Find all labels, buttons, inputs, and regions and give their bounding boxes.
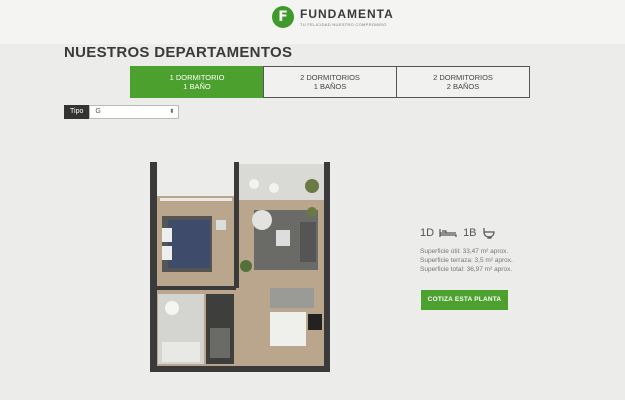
site-header: F FUNDAMENTA TU FELICIDAD NUESTRO COMPRO… — [0, 0, 625, 44]
tab-line-2: 1 BAÑO — [183, 82, 211, 91]
brand-logo[interactable]: F FUNDAMENTA TU FELICIDAD NUESTRO COMPRO… — [272, 6, 394, 28]
spec-usable-area: Superficie útil: 33,47 m² aprox. — [420, 248, 509, 255]
toilet-icon — [482, 228, 495, 239]
type-select-value: G — [95, 108, 101, 115]
brand-name: FUNDAMENTA — [300, 7, 394, 21]
spec-total-area: Superficie total: 36,97 m² aprox. — [420, 266, 513, 273]
logo-mark-icon: F — [272, 6, 294, 28]
type-filter-label: Tipo — [64, 105, 90, 119]
bath-count: 1B — [463, 227, 477, 239]
tab-1-dormitorio[interactable]: 1 DORMITORIO 1 BAÑO — [130, 66, 264, 98]
spec-icons: 1D 1B — [420, 227, 513, 239]
type-filter: Tipo G ⬍ — [64, 105, 180, 119]
dorm-count: 1D — [420, 227, 435, 239]
tab-line-1: 2 DORMITORIOS — [433, 73, 493, 82]
unit-type-tabs: 1 DORMITORIO 1 BAÑO 2 DORMITORIOS 1 BAÑO… — [130, 66, 530, 98]
type-select[interactable]: G ⬍ — [89, 105, 180, 119]
tab-line-1: 1 DORMITORIO — [169, 73, 225, 82]
tab-line-2: 1 BAÑOS — [313, 82, 347, 91]
logo-text: FUNDAMENTA TU FELICIDAD NUESTRO COMPROMI… — [300, 7, 394, 27]
tab-line-2: 2 BAÑOS — [446, 82, 480, 91]
page-title: NUESTROS DEPARTAMENTOS — [64, 44, 293, 61]
select-caret-icon: ⬍ — [169, 109, 175, 115]
quote-plan-button[interactable]: COTIZA ESTA PLANTA — [421, 290, 508, 310]
bed-icon — [439, 229, 457, 237]
brand-tagline: TU FELICIDAD NUESTRO COMPROMISO — [300, 22, 387, 27]
floor-plan-image — [150, 162, 330, 372]
spec-terrace-area: Superficie terraza: 3,5 m² aprox. — [420, 257, 513, 264]
unit-specs: 1D 1B Superficie útil: 33,47 m² aprox. S… — [420, 227, 513, 274]
tab-2-dormitorios-2-banos[interactable]: 2 DORMITORIOS 2 BAÑOS — [396, 66, 530, 98]
tab-line-1: 2 DORMITORIOS — [300, 73, 360, 82]
tab-2-dormitorios-1-bano[interactable]: 2 DORMITORIOS 1 BAÑOS — [263, 66, 397, 98]
